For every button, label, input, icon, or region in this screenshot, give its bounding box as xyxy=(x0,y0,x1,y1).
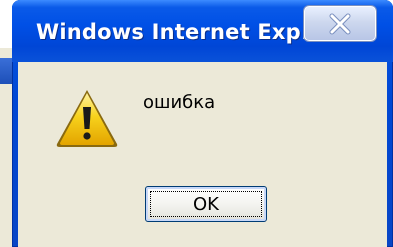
dialog-body: ошибка OK xyxy=(18,62,387,247)
ok-button[interactable]: OK xyxy=(145,186,267,222)
background-window-titlebar xyxy=(0,58,12,84)
dialog-title: Windows Internet Exp... xyxy=(36,20,326,44)
close-button[interactable] xyxy=(304,6,376,41)
warning-icon xyxy=(56,90,118,147)
alert-dialog: Windows Internet Exp... ошибка OK xyxy=(12,0,393,247)
close-icon xyxy=(329,13,351,34)
ok-button-label: OK xyxy=(193,193,219,215)
dialog-message: ошибка xyxy=(143,92,216,113)
dialog-titlebar[interactable]: Windows Internet Exp... xyxy=(12,0,393,62)
